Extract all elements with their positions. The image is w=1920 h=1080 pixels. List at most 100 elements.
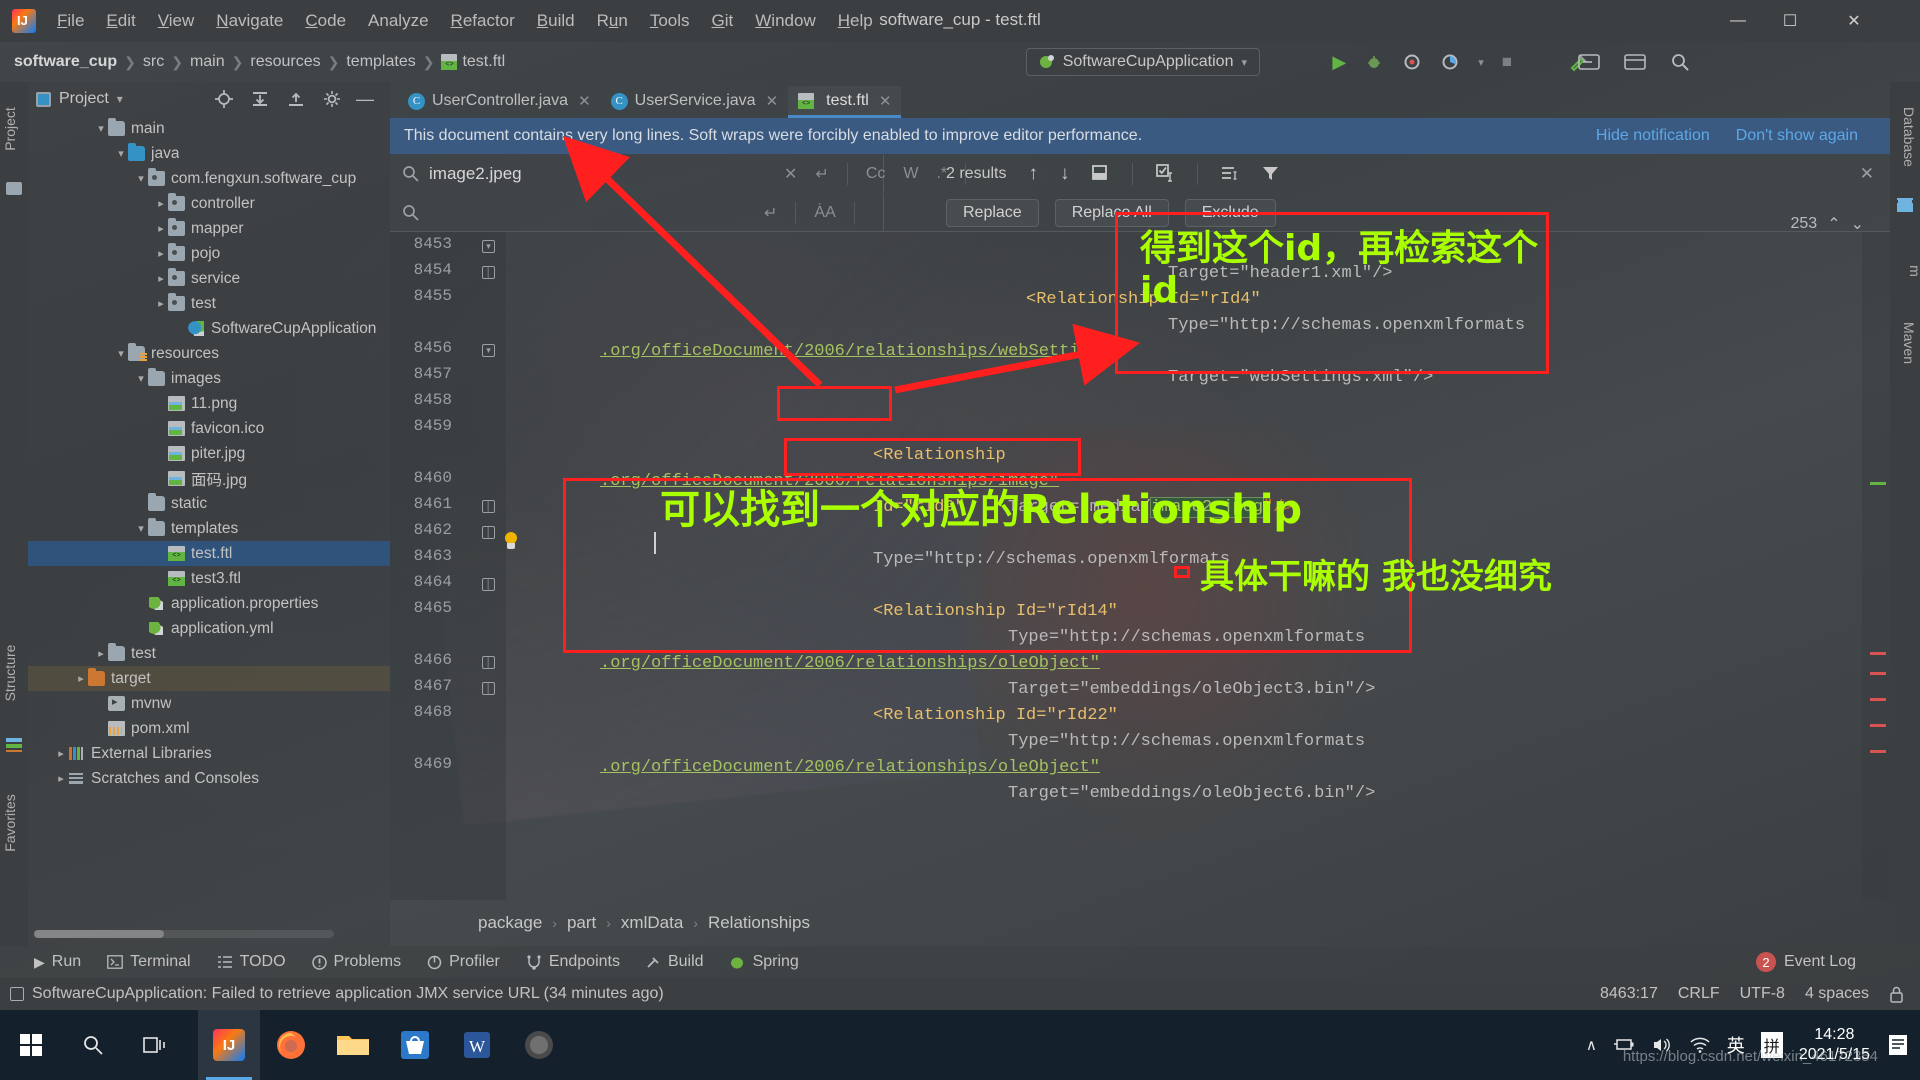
minimap-prev-icon[interactable]: ⌃ [1827,214,1840,234]
breadcrumb-templates[interactable]: templates [346,53,415,71]
tool-button-problems[interactable]: Problems [311,953,401,971]
editor-marker-bar[interactable] [1862,232,1890,900]
chevron-down-icon[interactable] [134,172,148,185]
fold-marker[interactable]: │ [482,266,495,279]
maximize-button[interactable]: ☐ [1764,0,1816,42]
battery-icon[interactable] [1613,1036,1635,1054]
project-horizontal-scrollbar[interactable] [34,930,334,938]
tree-item[interactable]: test [28,291,390,316]
words-toggle[interactable]: W [903,165,918,183]
chevron-right-icon[interactable] [154,222,168,235]
start-button[interactable] [0,1010,62,1080]
tree-item[interactable]: SoftwareCupApplication [28,316,390,341]
network-icon[interactable] [1689,1036,1711,1054]
tree-item[interactable]: test3.ftl [28,566,390,591]
debug-button[interactable] [1364,52,1384,72]
breadcrumb-xmldata[interactable]: xmlData [621,913,683,933]
chevron-right-icon[interactable] [54,747,68,760]
menu-navigate[interactable]: Navigate [205,7,294,35]
hide-notification-link[interactable]: Hide notification [1596,127,1710,145]
chevron-right-icon[interactable] [154,297,168,310]
line-separator[interactable]: CRLF [1678,985,1720,1003]
breadcrumb-main[interactable]: main [190,53,225,71]
sidebar-tab-maven[interactable]: Maven [1895,303,1917,383]
ime-mode-indicator[interactable]: 拼 [1760,1032,1783,1058]
tree-item[interactable]: pom.xml [28,716,390,741]
chevron-right-icon[interactable] [54,772,68,785]
caret-position[interactable]: 8463:17 [1600,985,1658,1003]
tool-button-endpoints[interactable]: Endpoints [526,953,620,971]
menu-view[interactable]: View [147,7,206,35]
tab-userservice-java[interactable]: C UserService.java ✕ [601,86,789,118]
chevron-down-icon[interactable] [94,122,108,135]
sidebar-tab-m[interactable]: m [1901,251,1920,291]
close-button[interactable]: ✕ [1828,0,1880,42]
clear-search-icon[interactable]: ✕ [784,164,797,184]
taskbar-app-unknown[interactable] [508,1010,570,1080]
search-input[interactable]: image2.jpeg [429,164,522,184]
find-next-button[interactable]: ↓ [1060,163,1070,185]
tool-button-run[interactable]: ▶ Run [34,953,81,971]
gear-icon[interactable] [322,89,342,109]
match-case-toggle[interactable]: Cc [866,165,886,183]
menu-tools[interactable]: Tools [639,7,701,35]
taskbar-app-store[interactable] [384,1010,446,1080]
menu-help[interactable]: Help [827,7,884,35]
menu-edit[interactable]: Edit [95,7,146,35]
tree-item[interactable]: com.fengxun.software_cup [28,166,390,191]
tree-item[interactable]: target [28,666,390,691]
settings-toolbar-icon[interactable] [1624,53,1646,71]
ime-language-indicator[interactable]: 英 [1727,1032,1745,1058]
chevron-down-icon[interactable] [114,147,128,160]
replace-button[interactable]: Replace [946,198,1039,227]
event-log-button[interactable]: 2 Event Log [1755,952,1856,972]
menu-build[interactable]: Build [526,7,586,35]
chevron-right-icon[interactable] [154,247,168,260]
tree-item[interactable]: templates [28,516,390,541]
run-configuration-selector[interactable]: SoftwareCupApplication ▾ [1025,48,1260,76]
collapse-all-icon[interactable] [286,89,306,109]
taskbar-app-file-explorer[interactable] [322,1010,384,1080]
dont-show-again-link[interactable]: Don't show again [1736,127,1858,145]
tray-expand-icon[interactable]: ∧ [1586,1036,1597,1054]
notification-icon[interactable] [1886,1032,1910,1058]
run-button[interactable]: ▶ [1332,52,1346,73]
tool-button-terminal[interactable]: Terminal [107,953,191,971]
tree-item[interactable]: test.ftl [28,541,390,566]
locate-file-icon[interactable] [214,89,234,109]
chevron-right-icon[interactable] [154,197,168,210]
close-find-bar-icon[interactable]: ✕ [1860,164,1874,184]
tree-item[interactable]: java [28,141,390,166]
tree-item[interactable]: 11.png [28,391,390,416]
tree-item[interactable]: Scratches and Consoles [28,766,390,791]
taskbar-clock[interactable]: 14:28 2021/5/15 [1799,1025,1870,1065]
scope-icon[interactable] [1220,164,1239,183]
minimize-button[interactable]: — [1712,0,1764,42]
breadcrumb-software-cup[interactable]: software_cup [14,53,117,71]
search-history-icon[interactable]: ↵ [815,164,828,184]
search-everywhere-icon[interactable] [1670,52,1690,72]
menu-git[interactable]: Git [701,7,745,35]
hide-panel-icon[interactable]: — [356,89,374,110]
fold-marker[interactable]: │ [482,682,495,695]
tool-button-profiler[interactable]: Profiler [427,953,500,971]
tab-close-icon[interactable]: ✕ [766,92,779,110]
fold-marker[interactable]: │ [482,526,495,539]
tree-item[interactable]: main [28,116,390,141]
menu-window[interactable]: Window [744,7,826,35]
breadcrumb-resources[interactable]: resources [250,53,320,71]
profile-button[interactable] [1440,52,1460,72]
chevron-down-icon[interactable] [114,347,128,360]
chevron-down-icon[interactable] [134,372,148,385]
tool-button-todo[interactable]: TODO [217,953,286,971]
tree-item[interactable]: pojo [28,241,390,266]
tree-item[interactable]: application.yml [28,616,390,641]
tree-item[interactable]: mapper [28,216,390,241]
select-all-occurrences-icon[interactable] [1091,164,1110,183]
chevron-right-icon[interactable] [154,272,168,285]
breadcrumb-package[interactable]: package [478,913,542,933]
fold-marker[interactable]: ▾ [482,240,495,253]
run-with-coverage-button[interactable] [1402,52,1422,72]
filter-icon[interactable] [1261,164,1280,183]
tree-item[interactable]: mvnw [28,691,390,716]
